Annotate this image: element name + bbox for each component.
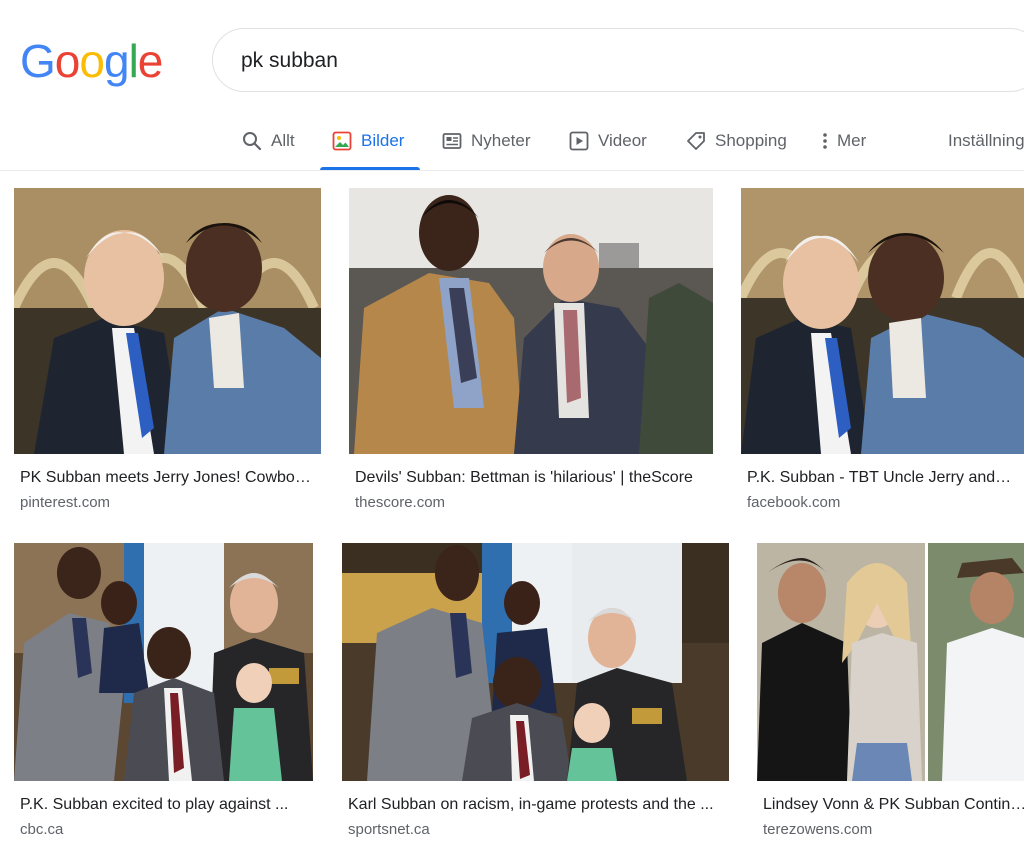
tab-label: Allt xyxy=(271,131,295,150)
logo-letter: o xyxy=(79,35,105,87)
logo-letter: G xyxy=(20,35,56,87)
image-result[interactable]: Devils' Subban: Bettman is 'hilarious' |… xyxy=(349,188,713,518)
result-source: thescore.com xyxy=(355,494,446,511)
search-input[interactable] xyxy=(241,47,981,75)
image-result[interactable]: Karl Subban on racism, in-game protests … xyxy=(342,543,729,848)
result-title[interactable]: P.K. Subban - TBT Uncle Jerry and ... xyxy=(747,469,1012,487)
result-thumbnail[interactable] xyxy=(342,543,729,781)
tab-shopping[interactable]: Shopping xyxy=(686,112,787,170)
result-title[interactable]: Devils' Subban: Bettman is 'hilarious' |… xyxy=(355,469,713,487)
image-result[interactable]: Lindsey Vonn & PK Subban Continue ... te… xyxy=(757,543,1024,848)
tab-label: Inställningar xyxy=(948,131,1024,150)
result-source: terezowens.com xyxy=(763,821,873,838)
search-icon xyxy=(242,131,262,151)
result-title[interactable]: Lindsey Vonn & PK Subban Continue ... xyxy=(763,796,1024,814)
tab-label: Bilder xyxy=(361,131,405,150)
tag-icon xyxy=(686,131,706,151)
tab-news[interactable]: Nyheter xyxy=(442,112,531,170)
search-tabs: Allt Bilder Nyheter Videor Shopping Mer … xyxy=(0,112,1024,170)
image-icon xyxy=(332,131,352,151)
tab-all[interactable]: Allt xyxy=(242,112,295,170)
google-logo[interactable]: Google xyxy=(20,35,164,87)
result-thumbnail[interactable] xyxy=(741,188,1024,454)
tab-label: Videor xyxy=(598,131,647,150)
result-thumbnail[interactable] xyxy=(14,543,313,781)
tab-label: Shopping xyxy=(715,131,787,150)
more-vert-icon xyxy=(820,131,830,151)
result-source: sportsnet.ca xyxy=(348,821,430,838)
result-source: facebook.com xyxy=(747,494,841,511)
tab-more[interactable]: Mer xyxy=(820,112,866,170)
tab-label: Nyheter xyxy=(471,131,531,150)
result-source: cbc.ca xyxy=(20,821,64,838)
tab-settings[interactable]: Inställningar xyxy=(948,112,1024,170)
image-result[interactable]: PK Subban meets Jerry Jones! Cowboys ...… xyxy=(14,188,321,518)
play-icon xyxy=(569,131,589,151)
result-title[interactable]: Karl Subban on racism, in-game protests … xyxy=(348,796,725,814)
logo-letter: o xyxy=(54,35,81,87)
result-thumbnail[interactable] xyxy=(14,188,321,454)
result-title[interactable]: PK Subban meets Jerry Jones! Cowboys ... xyxy=(20,469,315,487)
result-thumbnail[interactable] xyxy=(757,543,1024,781)
result-thumbnail[interactable] xyxy=(349,188,713,454)
tab-images[interactable]: Bilder xyxy=(319,112,422,170)
logo-letter: l xyxy=(128,35,139,87)
tab-videos[interactable]: Videor xyxy=(569,112,647,170)
tab-label: Mer xyxy=(837,131,867,150)
search-box[interactable] xyxy=(212,28,1024,92)
result-source: pinterest.com xyxy=(20,494,111,511)
logo-letter: e xyxy=(137,35,164,87)
image-result[interactable]: P.K. Subban excited to play against ... … xyxy=(14,543,313,848)
logo-letter: g xyxy=(103,35,130,87)
result-title[interactable]: P.K. Subban excited to play against ... xyxy=(20,796,309,814)
news-icon xyxy=(442,131,462,151)
tabs-divider xyxy=(0,170,1024,171)
image-result[interactable]: P.K. Subban - TBT Uncle Jerry and ... fa… xyxy=(741,188,1024,518)
